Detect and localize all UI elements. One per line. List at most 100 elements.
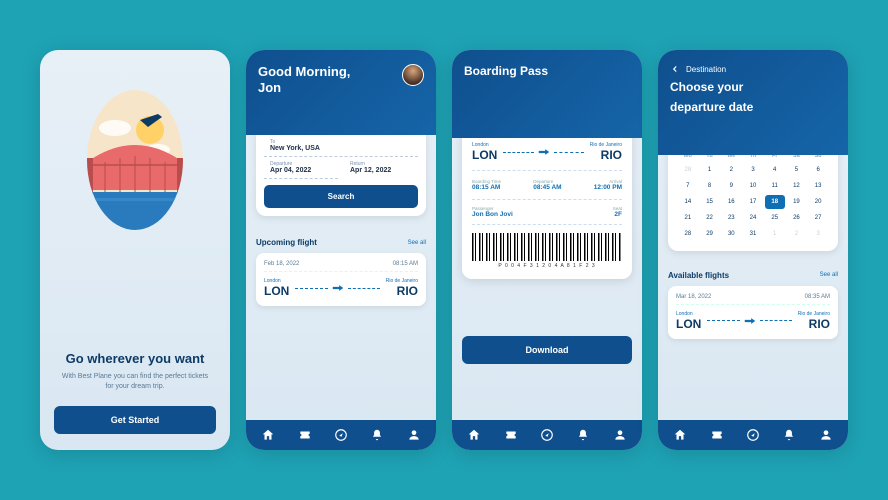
- avatar[interactable]: [402, 64, 424, 86]
- calendar-day[interactable]: 23: [721, 211, 741, 225]
- pax-name: Jon Bon Jovi: [472, 211, 513, 218]
- barcode: P 0 0 4 F 3 1 2 0 4 A 8 1 F 2 3: [472, 233, 622, 269]
- ticket-icon[interactable]: [298, 428, 312, 442]
- calendar-day[interactable]: 4: [765, 163, 785, 177]
- calendar-day[interactable]: 18: [765, 195, 785, 209]
- calendar-day[interactable]: 15: [700, 195, 720, 209]
- calendar-day[interactable]: 5: [787, 163, 807, 177]
- calendar-day[interactable]: 12: [787, 179, 807, 193]
- calendar-day[interactable]: 9: [721, 179, 741, 193]
- calendar-day[interactable]: 29: [700, 227, 720, 241]
- route-line: [707, 314, 791, 328]
- bottom-nav: [246, 420, 436, 450]
- from-code: LON: [264, 284, 289, 298]
- flight-time: 08:15 AM: [393, 261, 418, 267]
- available-section: Available flights See all Mar 18, 2022 0…: [668, 271, 838, 339]
- download-button[interactable]: Download: [462, 336, 632, 364]
- to-code: RIO: [386, 284, 418, 298]
- calendar-day[interactable]: 25: [765, 211, 785, 225]
- plane-icon: [743, 314, 757, 328]
- user-icon[interactable]: [819, 428, 833, 442]
- compass-icon[interactable]: [746, 428, 760, 442]
- search-button[interactable]: Search: [264, 185, 418, 208]
- flight-date: Mar 18, 2022: [676, 294, 711, 300]
- boarding-pass-screen: Boarding Pass GOL Flight Gate LH007 A2 L…: [452, 50, 642, 450]
- to-value: New York, USA: [270, 145, 412, 152]
- home-icon[interactable]: [261, 428, 275, 442]
- route-line: [295, 281, 379, 295]
- upcoming-section: Upcoming flight See all Feb 18, 2022 08:…: [256, 238, 426, 306]
- calendar-day[interactable]: 20: [808, 195, 828, 209]
- see-all-link[interactable]: See all: [820, 272, 838, 278]
- calendar-day[interactable]: 13: [808, 179, 828, 193]
- calendar-day[interactable]: 11: [765, 179, 785, 193]
- bell-icon[interactable]: [576, 428, 590, 442]
- calendar-day[interactable]: 16: [721, 195, 741, 209]
- arr-time: 12:00 PM: [594, 184, 622, 191]
- calendar-day[interactable]: 28: [678, 227, 698, 241]
- bp-to-code: RIO: [590, 148, 622, 162]
- calendar-day[interactable]: 2: [721, 163, 741, 177]
- to-field[interactable]: To New York, USA: [264, 135, 418, 157]
- return-field[interactable]: Return Apr 12, 2022: [344, 157, 418, 179]
- onboarding-screen: Go wherever you want With Best Plane you…: [40, 50, 230, 450]
- user-icon[interactable]: [407, 428, 421, 442]
- upcoming-flight-card[interactable]: Feb 18, 2022 08:15 AM London LON Rio de …: [256, 253, 426, 306]
- upcoming-title: Upcoming flight: [256, 238, 317, 247]
- departure-field[interactable]: Departure Apr 04, 2022: [264, 157, 338, 179]
- home-screen: Good Morning, Jon From London, England T…: [246, 50, 436, 450]
- calendar-day[interactable]: 17: [743, 195, 763, 209]
- onboarding-body: Go wherever you want With Best Plane you…: [40, 250, 230, 450]
- bottom-nav: [452, 420, 642, 450]
- plane-icon: [331, 281, 345, 295]
- calendar-day[interactable]: 19: [787, 195, 807, 209]
- calendar-day[interactable]: 7: [678, 179, 698, 193]
- calendar-day[interactable]: 3: [743, 163, 763, 177]
- bp-header: Boarding Pass: [452, 50, 642, 138]
- onboarding-subtitle: With Best Plane you can find the perfect…: [60, 372, 210, 392]
- bp-from-code: LON: [472, 148, 497, 162]
- home-icon[interactable]: [467, 428, 481, 442]
- departure-value: Apr 04, 2022: [270, 167, 332, 174]
- dp-header: Destination Choose your departure date: [658, 50, 848, 155]
- barcode-number: P 0 0 4 F 3 1 2 0 4 A 8 1 F 2 3: [472, 263, 622, 269]
- calendar-day[interactable]: 21: [678, 211, 698, 225]
- flight-date: Feb 18, 2022: [264, 261, 299, 267]
- calendar-day[interactable]: 30: [721, 227, 741, 241]
- calendar-day[interactable]: 1: [765, 227, 785, 241]
- back-link[interactable]: Destination: [670, 64, 836, 74]
- plane-icon: [537, 145, 551, 159]
- calendar-day[interactable]: 22: [700, 211, 720, 225]
- available-flight-card[interactable]: Mar 18, 2022 08:35 AM London LON Rio de …: [668, 286, 838, 339]
- calendar-day[interactable]: 26: [787, 211, 807, 225]
- back-icon: [670, 64, 680, 74]
- bell-icon[interactable]: [782, 428, 796, 442]
- calendar-day[interactable]: 6: [808, 163, 828, 177]
- back-label: Destination: [686, 65, 726, 74]
- calendar-day[interactable]: 10: [743, 179, 763, 193]
- calendar-day[interactable]: 3: [808, 227, 828, 241]
- boarding-time: 08:15 AM: [472, 184, 501, 191]
- calendar-day[interactable]: 24: [743, 211, 763, 225]
- flight-time: 08:35 AM: [805, 294, 830, 300]
- dp-heading1: Choose your: [670, 80, 836, 94]
- see-all-link[interactable]: See all: [408, 240, 426, 246]
- calendar-day[interactable]: 14: [678, 195, 698, 209]
- ticket-icon[interactable]: [504, 428, 518, 442]
- home-icon[interactable]: [673, 428, 687, 442]
- calendar-day[interactable]: 2: [787, 227, 807, 241]
- calendar-day[interactable]: 27: [808, 211, 828, 225]
- calendar-day[interactable]: 1: [700, 163, 720, 177]
- available-title: Available flights: [668, 271, 729, 280]
- calendar-day[interactable]: 8: [700, 179, 720, 193]
- compass-icon[interactable]: [540, 428, 554, 442]
- calendar-day[interactable]: 28: [678, 163, 698, 177]
- home-header: Good Morning, Jon: [246, 50, 436, 135]
- user-icon[interactable]: [613, 428, 627, 442]
- get-started-button[interactable]: Get Started: [54, 406, 216, 434]
- compass-icon[interactable]: [334, 428, 348, 442]
- bell-icon[interactable]: [370, 428, 384, 442]
- to-city: Rio de Janeiro: [798, 311, 830, 317]
- calendar-day[interactable]: 31: [743, 227, 763, 241]
- ticket-icon[interactable]: [710, 428, 724, 442]
